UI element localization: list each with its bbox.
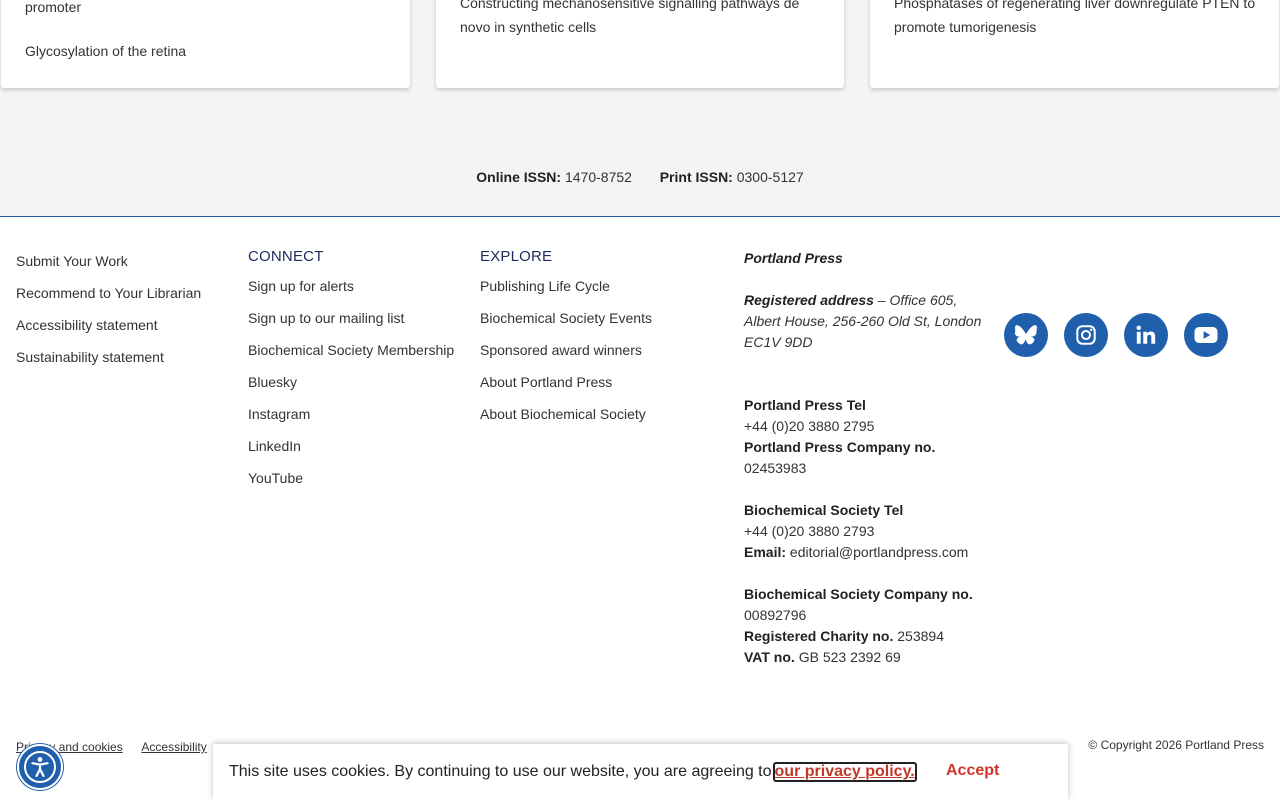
youtube-icon xyxy=(1194,327,1218,343)
article-title-line[interactable]: novo in synthetic cells xyxy=(460,15,596,39)
email-value[interactable]: editorial@portlandpress.com xyxy=(790,544,968,560)
submit-your-work-link[interactable]: Submit Your Work xyxy=(16,249,201,273)
article-card[interactable]: Constructing mechanosensitive signalling… xyxy=(436,0,844,88)
article-title-line[interactable]: Phosphatases of regenerating liver downr… xyxy=(894,0,1255,15)
society-events-link[interactable]: Biochemical Society Events xyxy=(480,306,652,330)
article-title-link[interactable]: Glycosylation of the retina xyxy=(25,39,186,63)
online-issn-value: 1470-8752 xyxy=(564,169,632,185)
explore-heading: EXPLORE xyxy=(480,248,553,265)
bluesky-icon xyxy=(1015,325,1037,345)
accessibility-link[interactable]: Accessibility xyxy=(141,740,206,754)
pp-company-value: 02453983 xyxy=(744,460,807,476)
bs-company-label: Biochemical Society Company no. xyxy=(744,586,973,602)
sustainability-statement-link[interactable]: Sustainability statement xyxy=(16,345,201,369)
bluesky-button[interactable] xyxy=(1004,313,1048,357)
pp-tel-value: +44 (0)20 3880 2795 xyxy=(744,418,875,434)
publishing-life-cycle-link[interactable]: Publishing Life Cycle xyxy=(480,274,652,298)
vat-label: VAT no. xyxy=(744,649,795,665)
connect-heading: CONNECT xyxy=(248,248,324,265)
cookie-message: This site uses cookies. By continuing to… xyxy=(229,763,772,780)
instagram-link[interactable]: Instagram xyxy=(248,402,458,426)
alerts-signup-link[interactable]: Sign up for alerts xyxy=(248,274,458,298)
bluesky-link[interactable]: Bluesky xyxy=(248,370,458,394)
mailing-list-link[interactable]: Sign up to our mailing list xyxy=(248,306,458,330)
copyright-text: © Copyright 2026 Portland Press xyxy=(1088,738,1264,752)
bs-company-value: 00892796 xyxy=(744,607,807,623)
print-issn-label: Print ISSN: xyxy=(659,169,733,185)
accessibility-widget-button[interactable] xyxy=(17,744,63,790)
about-biochemical-society-link[interactable]: About Biochemical Society xyxy=(480,402,652,426)
youtube-link[interactable]: YouTube xyxy=(248,466,458,490)
accessibility-statement-link[interactable]: Accessibility statement xyxy=(16,313,201,337)
footer-connect: CONNECT Sign up for alerts Sign up to ou… xyxy=(248,248,458,498)
article-card-text[interactable]: promoter xyxy=(25,0,81,19)
instagram-button[interactable] xyxy=(1064,313,1108,357)
instagram-icon xyxy=(1076,325,1096,345)
privacy-policy-link[interactable]: our privacy policy. xyxy=(772,762,917,782)
article-title-line[interactable]: promote tumorigenesis xyxy=(894,15,1036,39)
bs-tel-value: +44 (0)20 3880 2793 xyxy=(744,523,875,539)
footer-links-general: Submit Your Work Recommend to Your Libra… xyxy=(16,249,201,377)
linkedin-button[interactable] xyxy=(1124,313,1168,357)
footer-explore: EXPLORE Publishing Life Cycle Biochemica… xyxy=(480,248,652,434)
article-card[interactable]: Phosphatases of regenerating liver downr… xyxy=(870,0,1279,88)
print-issn-value: 0300-5127 xyxy=(736,169,804,185)
email-label: Email: xyxy=(744,544,787,560)
linkedin-link[interactable]: LinkedIn xyxy=(248,434,458,458)
cookie-banner: This site uses cookies. By continuing to… xyxy=(213,744,1068,800)
pp-company-label: Portland Press Company no. xyxy=(744,439,936,455)
contact-address: Portland Press Registered address – Offi… xyxy=(744,248,984,668)
related-articles-band: promoter Glycosylation of the retina Con… xyxy=(0,0,1280,217)
accept-cookies-button[interactable]: Accept xyxy=(946,762,999,780)
charity-label: Registered Charity no. xyxy=(744,628,894,644)
article-title-line[interactable]: Constructing mechanosensitive signalling… xyxy=(460,0,799,15)
linkedin-icon xyxy=(1136,325,1156,344)
registered-address-label: Registered address xyxy=(744,292,874,308)
membership-link[interactable]: Biochemical Society Membership xyxy=(248,338,458,362)
youtube-button[interactable] xyxy=(1184,313,1228,357)
about-portland-press-link[interactable]: About Portland Press xyxy=(480,370,652,394)
org-name: Portland Press xyxy=(744,250,843,266)
issn-info: Online ISSN: 1470-8752 Print ISSN: 0300-… xyxy=(0,165,1280,189)
award-winners-link[interactable]: Sponsored award winners xyxy=(480,338,652,362)
article-card[interactable]: promoter Glycosylation of the retina xyxy=(1,0,410,88)
social-icons xyxy=(1004,313,1228,357)
recommend-librarian-link[interactable]: Recommend to Your Librarian xyxy=(16,281,201,305)
bs-tel-label: Biochemical Society Tel xyxy=(744,502,904,518)
charity-value: 253894 xyxy=(897,628,944,644)
pp-tel-label: Portland Press Tel xyxy=(744,397,866,413)
online-issn-label: Online ISSN: xyxy=(476,169,562,185)
accessibility-icon xyxy=(24,751,56,783)
vat-value: GB 523 2392 69 xyxy=(798,649,901,665)
